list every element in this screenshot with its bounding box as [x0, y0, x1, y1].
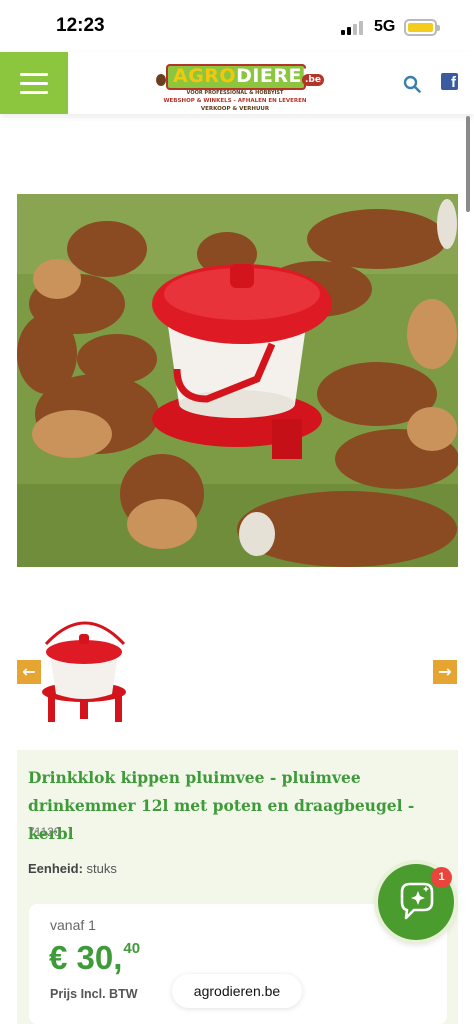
product-unit: Eenheid: stuks — [28, 861, 117, 876]
hens-photo — [17, 194, 458, 567]
gallery-prev-button[interactable]: ← — [17, 660, 41, 684]
site-logo[interactable]: AGRODIEREN .be VOOR PROFESSIONAL & HOBBY… — [156, 62, 324, 114]
product-main-image[interactable] — [17, 194, 458, 567]
status-time: 12:23 — [56, 15, 105, 36]
browser-url-bar[interactable]: agrodieren.be — [172, 974, 302, 1008]
product-title: Drinkklok kippen pluimvee - pluimvee dri… — [28, 768, 415, 843]
facebook-icon[interactable]: f — [441, 73, 458, 90]
status-bar: 12:23 5G — [0, 0, 474, 52]
menu-button[interactable] — [0, 52, 68, 114]
page-scrollbar[interactable] — [466, 116, 470, 212]
price-cents: 40 — [123, 940, 141, 957]
chat-notification-badge: 1 — [431, 867, 452, 888]
battery-icon — [404, 19, 440, 36]
product-sku: 71120 — [28, 825, 61, 839]
logo-tld: .be — [302, 74, 324, 86]
price-main: € 30, — [49, 939, 123, 976]
site-header: AGRODIEREN .be VOOR PROFESSIONAL & HOBBY… — [0, 52, 474, 114]
price-from: vanaf 1 — [50, 917, 96, 933]
search-icon[interactable] — [403, 75, 421, 93]
logo-tagline-2: WEBSHOP & WINKELS - AFHALEN EN LEVEREN — [163, 98, 307, 104]
red-drinker-thumbnail — [42, 621, 126, 722]
price-note: Prijs Incl. BTW — [50, 987, 138, 1001]
logo-text-agro: AGRO — [173, 65, 237, 87]
hamburger-icon — [20, 73, 48, 76]
logo-tagline: VOOR PROFESSIONAL & HOBBYIST — [186, 90, 284, 96]
unit-value: stuks — [86, 861, 117, 876]
unit-label: Eenheid: — [28, 861, 83, 876]
signal-icon — [341, 21, 367, 35]
product-thumbnail[interactable] — [38, 612, 132, 730]
network-type: 5G — [374, 18, 396, 35]
gallery-next-button[interactable]: → — [433, 660, 457, 684]
logo-tagline-3: VERKOOP & VERHUUR — [200, 106, 270, 112]
price: € 30,40 — [49, 939, 140, 977]
